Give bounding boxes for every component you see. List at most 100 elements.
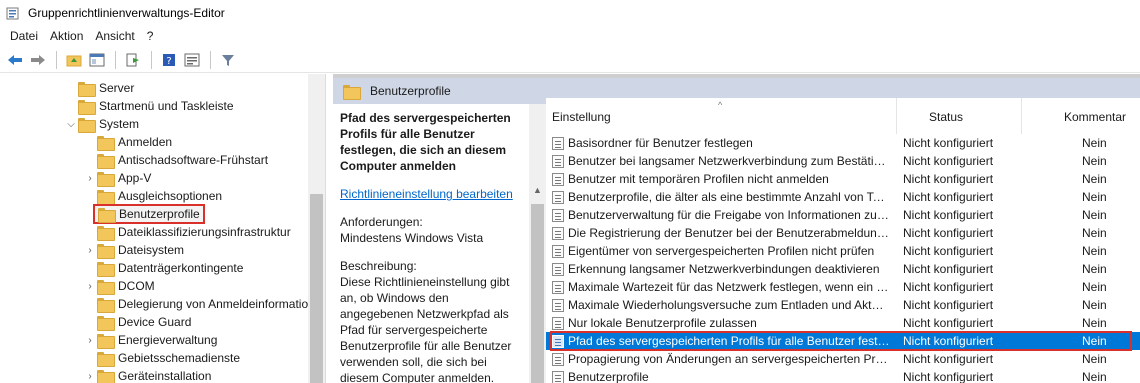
table-row[interactable]: Eigentümer von servergespeicherten Profi… bbox=[546, 242, 1140, 260]
tree-item-app-v[interactable]: › App-V bbox=[83, 169, 151, 187]
setting-comment: Nein bbox=[1082, 136, 1107, 150]
description-scrollbar-thumb[interactable] bbox=[531, 204, 544, 383]
policy-setting-icon bbox=[552, 209, 564, 222]
chevron-right-icon[interactable]: › bbox=[83, 277, 97, 295]
column-header-setting[interactable]: Einstellung bbox=[552, 110, 611, 124]
setting-comment: Nein bbox=[1082, 280, 1107, 294]
setting-comment: Nein bbox=[1082, 334, 1107, 348]
setting-comment: Nein bbox=[1082, 154, 1107, 168]
menu-ansicht[interactable]: Ansicht bbox=[89, 29, 140, 43]
chevron-right-icon[interactable]: › bbox=[83, 367, 97, 383]
column-divider[interactable] bbox=[896, 98, 897, 134]
tree-item-device-guard[interactable]: Device Guard bbox=[83, 313, 191, 331]
table-row[interactable]: Maximale Wartezeit für das Netzwerk fest… bbox=[546, 278, 1140, 296]
table-row[interactable]: Benutzer mit temporären Profilen nicht a… bbox=[546, 170, 1140, 188]
folder-icon bbox=[343, 84, 361, 100]
column-header-status[interactable]: Status bbox=[929, 110, 963, 124]
tree-item-dateisystem[interactable]: › Dateisystem bbox=[83, 241, 184, 259]
back-arrow-icon[interactable] bbox=[4, 49, 26, 71]
folder-icon bbox=[97, 261, 115, 277]
tree-item-delegierung[interactable]: Delegierung von Anmeldeinformationen bbox=[83, 295, 326, 313]
properties-view-icon[interactable] bbox=[181, 49, 203, 71]
setting-name: Propagierung von Änderungen an serverges… bbox=[568, 352, 890, 366]
tree-item-label: App-V bbox=[118, 171, 152, 185]
setting-name: Eigentümer von servergespeicherten Profi… bbox=[568, 244, 875, 258]
table-row[interactable]: Nur lokale Benutzerprofile zulassen Nich… bbox=[546, 314, 1140, 332]
folder-icon bbox=[97, 171, 115, 187]
sort-ascending-icon: ^ bbox=[718, 100, 723, 110]
tree-item-dcom[interactable]: › DCOM bbox=[83, 277, 155, 295]
policy-setting-icon bbox=[552, 299, 564, 312]
menu-datei[interactable]: Datei bbox=[4, 29, 44, 43]
tree-item-antischadsoftware[interactable]: Antischadsoftware-Frühstart bbox=[83, 151, 268, 169]
tree-item-gebietsschemadienste[interactable]: Gebietsschemadienste bbox=[83, 349, 240, 367]
tree-item-label: Datenträgerkontingente bbox=[118, 261, 244, 275]
table-row[interactable]: Benutzerprofile Nicht konfiguriert Nein bbox=[546, 368, 1140, 383]
description-scrollbar[interactable]: ▲ bbox=[529, 104, 546, 383]
forward-arrow-icon[interactable] bbox=[27, 49, 49, 71]
help-icon[interactable]: ? bbox=[158, 49, 180, 71]
tree-scrollbar-thumb[interactable] bbox=[310, 194, 323, 383]
menu-help[interactable]: ? bbox=[141, 29, 160, 43]
tree-item-system[interactable]: ⌵ System bbox=[64, 115, 139, 133]
chevron-right-icon[interactable]: › bbox=[83, 169, 97, 187]
table-row[interactable]: Benutzerverwaltung für die Freigabe von … bbox=[546, 206, 1140, 224]
export-list-icon[interactable] bbox=[122, 49, 144, 71]
requirements-label: Anforderungen: bbox=[340, 215, 423, 229]
tree-item-startmenu[interactable]: Startmenü und Taskleiste bbox=[64, 97, 234, 115]
scroll-up-icon[interactable]: ▲ bbox=[529, 182, 546, 198]
tree-item-ausgleichsoptionen[interactable]: Ausgleichsoptionen bbox=[83, 187, 222, 205]
setting-status: Nicht konfiguriert bbox=[903, 352, 994, 366]
setting-status: Nicht konfiguriert bbox=[903, 244, 994, 258]
setting-status: Nicht konfiguriert bbox=[903, 280, 994, 294]
table-row-selected[interactable]: Pfad des servergespeicherten Profils für… bbox=[546, 332, 1140, 350]
policy-title: Pfad des servergespeicherten Profils für… bbox=[340, 111, 511, 173]
setting-status: Nicht konfiguriert bbox=[903, 226, 994, 240]
edit-policy-link[interactable]: Richtlinieneinstellung bearbeiten bbox=[340, 186, 520, 202]
table-row[interactable]: Propagierung von Änderungen an serverges… bbox=[546, 350, 1140, 368]
chevron-right-icon[interactable]: › bbox=[83, 241, 97, 259]
policy-setting-icon bbox=[552, 371, 564, 383]
filter-icon[interactable] bbox=[217, 49, 239, 71]
window-title: Gruppenrichtlinienverwaltungs-Editor bbox=[28, 6, 225, 20]
expander-icon bbox=[83, 151, 97, 169]
setting-comment: Nein bbox=[1082, 208, 1107, 222]
description-label: Beschreibung: bbox=[340, 259, 417, 273]
table-row[interactable]: Basisordner für Benutzer festlegen Nicht… bbox=[546, 134, 1140, 152]
tree-item-label: Delegierung von Anmeldeinformationen bbox=[118, 297, 326, 311]
table-row[interactable]: Benutzer bei langsamer Netzwerkverbindun… bbox=[546, 152, 1140, 170]
setting-comment: Nein bbox=[1082, 370, 1107, 383]
table-row[interactable]: Erkennung langsamer Netzwerkverbindungen… bbox=[546, 260, 1140, 278]
folder-icon bbox=[97, 333, 115, 349]
console-tree[interactable]: Server Startmenü und Taskleiste ⌵ System… bbox=[0, 74, 326, 383]
expander-icon bbox=[83, 259, 97, 277]
tree-item-dateiklassifizierung[interactable]: Dateiklassifizierungsinfrastruktur bbox=[83, 223, 291, 241]
policy-setting-icon bbox=[552, 335, 564, 348]
folder-icon bbox=[97, 315, 115, 331]
tree-item-label: Ausgleichsoptionen bbox=[118, 189, 223, 203]
table-row[interactable]: Maximale Wiederholungsversuche zum Entla… bbox=[546, 296, 1140, 314]
column-divider[interactable] bbox=[1021, 98, 1022, 134]
show-hide-tree-icon[interactable] bbox=[86, 49, 108, 71]
setting-name: Maximale Wartezeit für das Netzwerk fest… bbox=[568, 280, 890, 294]
tree-item-benutzerprofile[interactable]: Benutzerprofile bbox=[83, 204, 205, 224]
expander-icon bbox=[64, 97, 78, 115]
tree-item-server[interactable]: Server bbox=[64, 79, 134, 97]
folder-icon bbox=[97, 351, 115, 367]
folder-open-icon bbox=[78, 117, 96, 133]
tree-item-anmelden[interactable]: Anmelden bbox=[83, 133, 172, 151]
up-folder-icon[interactable] bbox=[63, 49, 85, 71]
folder-icon bbox=[97, 189, 115, 205]
policy-setting-icon bbox=[552, 173, 564, 186]
tree-item-geraeteinstallation[interactable]: › Geräteinstallation bbox=[83, 367, 211, 383]
chevron-right-icon[interactable]: › bbox=[83, 331, 97, 349]
chevron-down-icon[interactable]: ⌵ bbox=[64, 115, 78, 133]
tree-item-datentraegerkontingente[interactable]: Datenträgerkontingente bbox=[83, 259, 243, 277]
setting-name: Nur lokale Benutzerprofile zulassen bbox=[568, 316, 757, 330]
table-row[interactable]: Benutzerprofile, die älter als eine best… bbox=[546, 188, 1140, 206]
tree-scrollbar[interactable] bbox=[308, 74, 325, 383]
column-header-comment[interactable]: Kommentar bbox=[1064, 110, 1126, 124]
menu-aktion[interactable]: Aktion bbox=[44, 29, 89, 43]
tree-item-energieverwaltung[interactable]: › Energieverwaltung bbox=[83, 331, 217, 349]
table-row[interactable]: Die Registrierung der Benutzer bei der B… bbox=[546, 224, 1140, 242]
